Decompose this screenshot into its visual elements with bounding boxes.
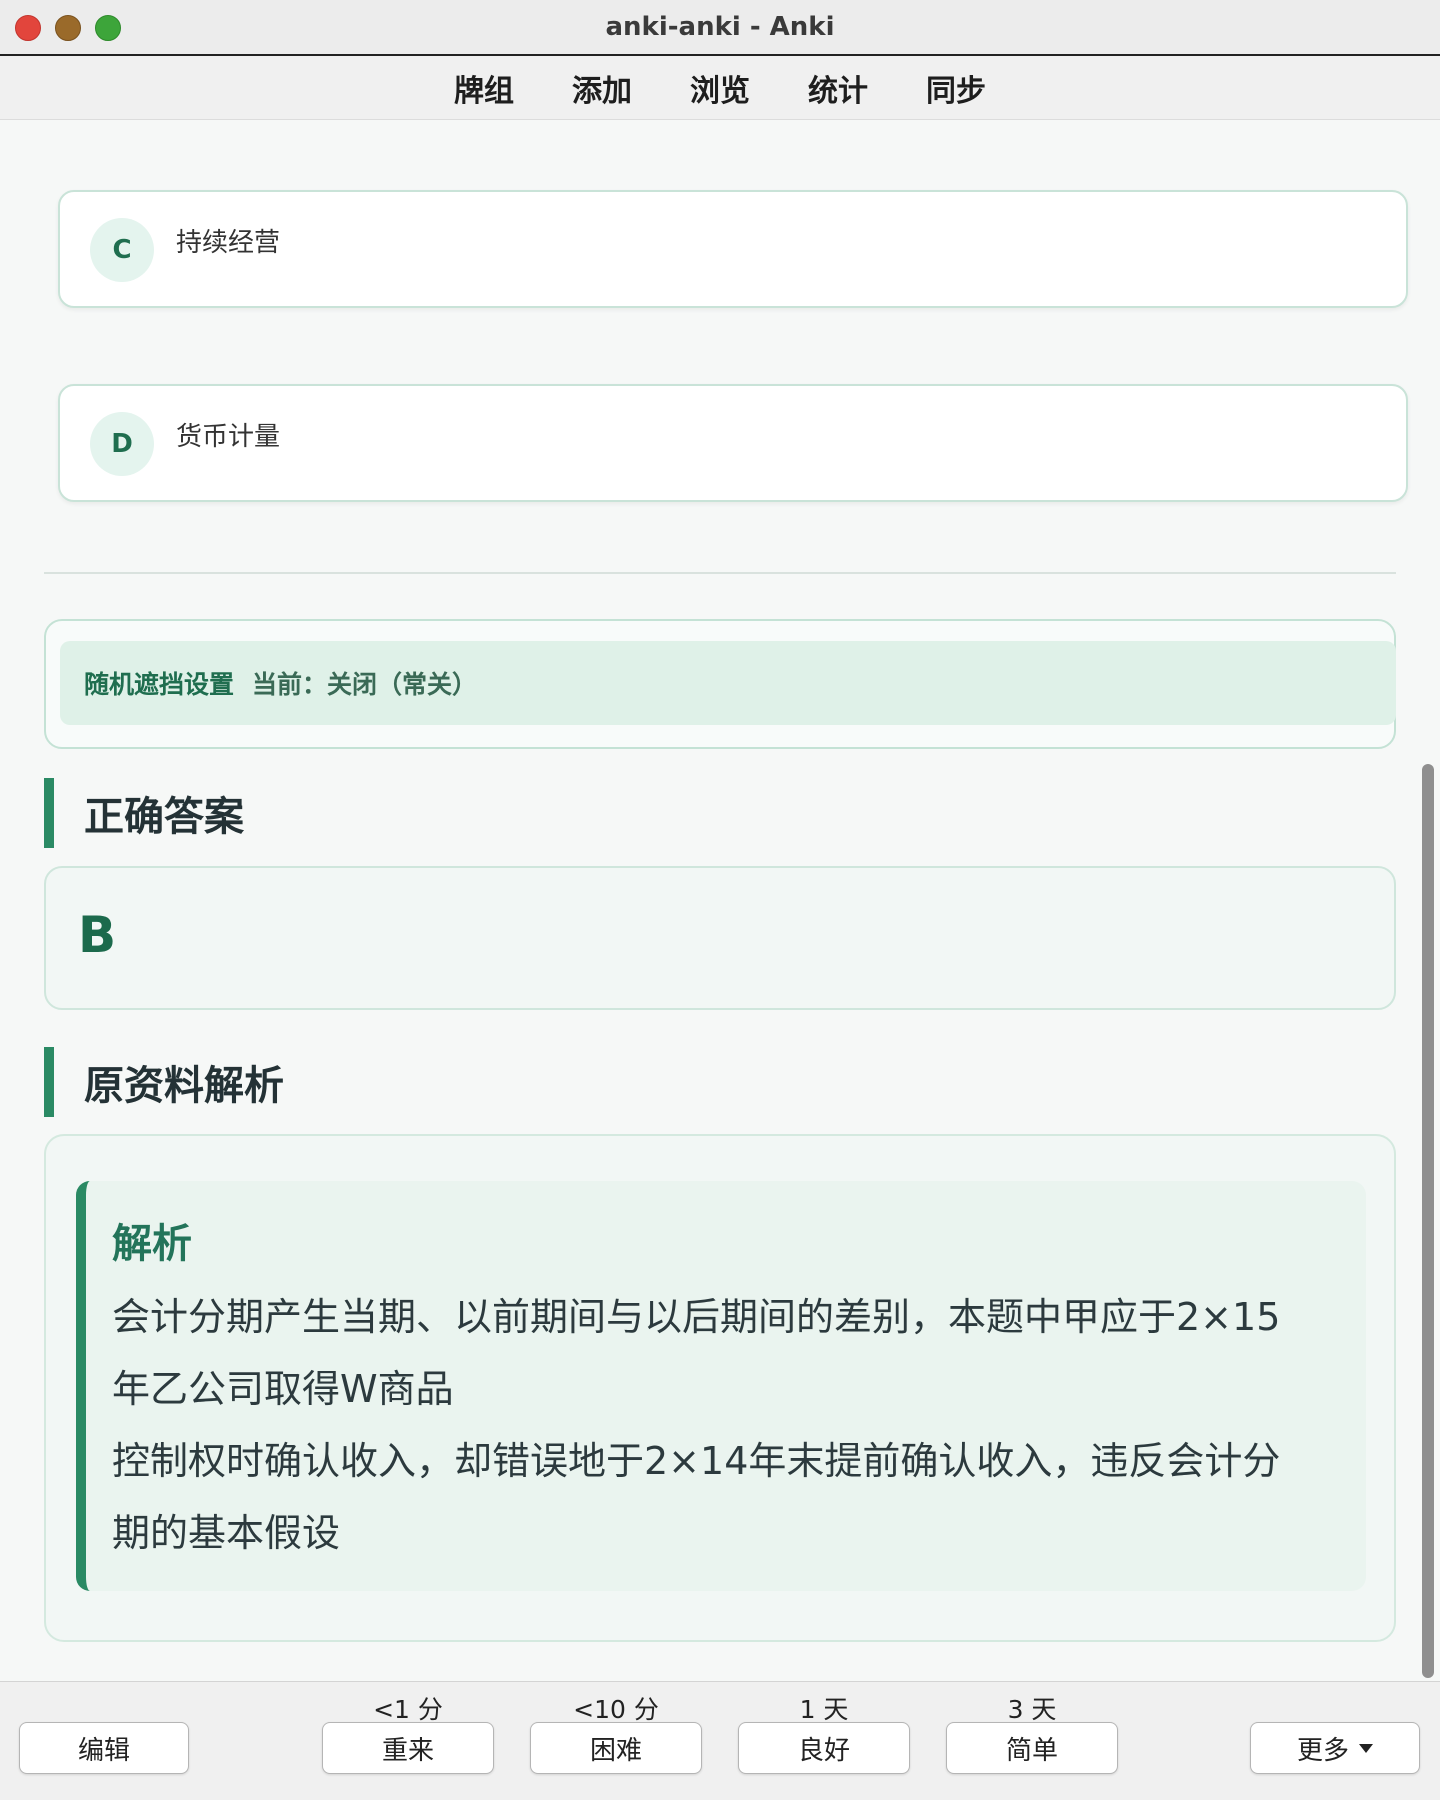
nav-browse[interactable]: 浏览 — [690, 66, 750, 110]
analysis-section-heading: 原资料解析 — [44, 1047, 284, 1117]
title-bar: anki-anki - Anki — [0, 0, 1440, 56]
mask-settings-status: 当前：关闭（常关） — [252, 670, 478, 699]
more-button[interactable]: 更多 — [1250, 1722, 1420, 1774]
correct-answer-value: B — [78, 906, 117, 964]
again-button[interactable]: 重来 — [322, 1722, 494, 1774]
option-letter-badge: D — [90, 412, 154, 476]
option-d[interactable]: D 货币计量 — [58, 384, 1408, 502]
option-c[interactable]: C 持续经营 — [58, 190, 1408, 308]
analysis-quote: 解析 会计分期产生当期、以前期间与以后期间的差别，本题中甲应于2×15 年乙公司… — [76, 1181, 1366, 1591]
good-button[interactable]: 良好 — [738, 1722, 910, 1774]
option-text: 货币计量 — [176, 422, 281, 452]
nav-decks[interactable]: 牌组 — [454, 66, 514, 110]
scrollbar-thumb[interactable] — [1422, 764, 1434, 1678]
analysis-panel: 解析 会计分期产生当期、以前期间与以后期间的差别，本题中甲应于2×15 年乙公司… — [44, 1134, 1396, 1642]
easy-interval: 3 天 — [1007, 1695, 1057, 1724]
hard-button[interactable]: 困难 — [530, 1722, 702, 1774]
good-interval: 1 天 — [799, 1695, 849, 1724]
option-letter-badge: C — [90, 218, 154, 282]
nav-sync[interactable]: 同步 — [926, 66, 986, 110]
mask-settings-label: 随机遮挡设置 — [84, 670, 235, 699]
section-divider — [44, 572, 1396, 574]
mask-settings-toggle[interactable]: 随机遮挡设置 当前：关闭（常关） — [60, 641, 1396, 725]
option-text: 持续经营 — [176, 228, 281, 258]
answer-bar: 编辑 <1 分 重来 <10 分 困难 1 天 良好 3 天 简单 更多 — [0, 1681, 1440, 1800]
correct-answer-heading: 正确答案 — [44, 778, 244, 848]
easy-button[interactable]: 简单 — [946, 1722, 1118, 1774]
nav-stats[interactable]: 统计 — [808, 66, 868, 110]
top-nav: 牌组 添加 浏览 统计 同步 — [0, 56, 1440, 120]
analysis-line: 会计分期产生当期、以前期间与以后期间的差别，本题中甲应于2×15 — [112, 1295, 1281, 1339]
analysis-heading: 解析 — [112, 1221, 192, 1267]
analysis-line: 年乙公司取得W商品 — [112, 1367, 454, 1411]
window-title: anki-anki - Anki — [605, 12, 835, 42]
chevron-down-icon — [1359, 1743, 1373, 1753]
mask-settings-panel: 随机遮挡设置 当前：关闭（常关） — [44, 619, 1396, 749]
analysis-line: 期的基本假设 — [112, 1511, 341, 1555]
hard-interval: <10 分 — [573, 1695, 659, 1724]
again-interval: <1 分 — [373, 1695, 443, 1724]
card-content: C 持续经营 D 货币计量 随机遮挡设置 当前：关闭（常关） 正确答案 B 原资… — [0, 121, 1440, 1681]
correct-answer-box: B — [44, 866, 1396, 1010]
nav-add[interactable]: 添加 — [572, 66, 632, 110]
more-button-label: 更多 — [1296, 1735, 1349, 1766]
edit-button[interactable]: 编辑 — [19, 1722, 189, 1774]
analysis-line: 控制权时确认收入，却错误地于2×14年末提前确认收入，违反会计分 — [112, 1439, 1281, 1483]
